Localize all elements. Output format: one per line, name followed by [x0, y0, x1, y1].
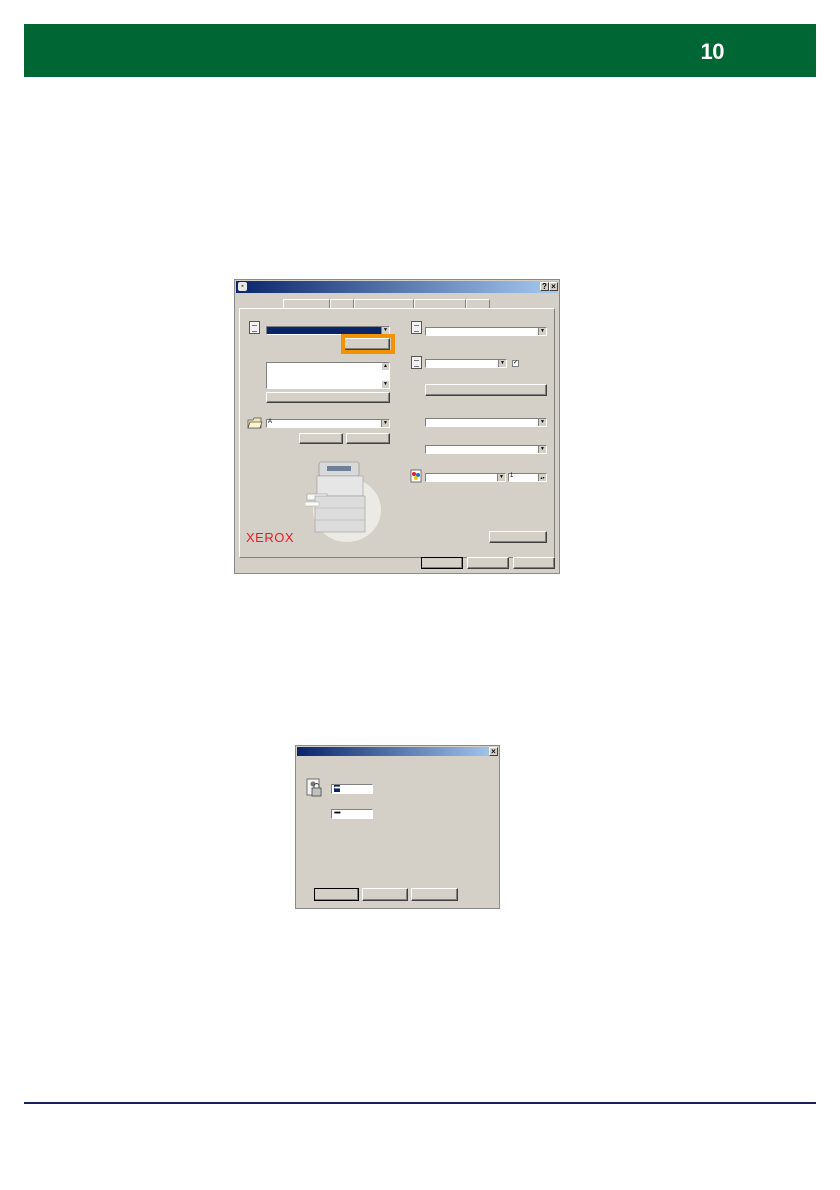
password-field[interactable]: •••• — [331, 809, 373, 819]
chevron-down-icon: ▼ — [381, 420, 389, 427]
document-icon — [411, 321, 422, 334]
copies-spinner[interactable]: 1 ▴▾ — [508, 473, 547, 482]
page-icon — [411, 356, 422, 369]
password-dialog: × •••• •••• — [295, 745, 500, 909]
finish-combo[interactable]: ▼ — [425, 445, 547, 454]
option-checkbox[interactable]: ✓ — [512, 360, 519, 367]
help-button-bottom[interactable] — [513, 557, 555, 569]
help-button[interactable]: ? — [540, 282, 549, 291]
document-icon — [249, 321, 260, 334]
right-action-button[interactable] — [346, 433, 390, 444]
printer-image — [304, 460, 383, 542]
cancel-button[interactable] — [362, 888, 408, 901]
user-id-field[interactable]: •••• — [331, 784, 373, 794]
orientation-combo[interactable]: ▼ — [425, 359, 507, 368]
printer-icon: ▪ — [238, 282, 247, 291]
close-button[interactable]: × — [549, 282, 558, 291]
font-prefix: A — [268, 419, 273, 425]
color-mode-icon — [410, 469, 423, 483]
ok-button[interactable] — [421, 557, 463, 569]
chevron-down-icon: ▼ — [538, 419, 546, 426]
chevron-down-icon: ▼ — [497, 474, 505, 481]
layout-button[interactable] — [425, 384, 547, 396]
tab-2[interactable] — [330, 299, 354, 308]
tab-4[interactable] — [414, 299, 466, 308]
close-button[interactable]: × — [489, 747, 498, 756]
cancel-button[interactable] — [467, 557, 509, 569]
spinner-arrows-icon[interactable]: ▴▾ — [538, 474, 546, 481]
chevron-down-icon: ▼ — [498, 360, 506, 367]
tab-5[interactable] — [466, 299, 490, 308]
dialog-titlebar: ▪ ? × — [236, 281, 558, 293]
color-mode-combo[interactable]: ▼ — [425, 473, 506, 482]
defaults-button[interactable] — [489, 531, 547, 543]
paper-list[interactable]: ▲ ▼ — [266, 362, 390, 389]
scroll-down-icon[interactable]: ▼ — [382, 381, 389, 388]
user-id-value: •••• — [334, 785, 341, 792]
header-bar: 10 — [24, 24, 816, 77]
chevron-down-icon: ▼ — [381, 327, 389, 334]
highlight-box — [341, 334, 395, 354]
footer-line — [24, 1102, 816, 1104]
printer-properties-dialog: ▪ ? × ▼ ▲ ▼ A ▼ XEROX ▼ ▼ ✓ ▼ ▼ ▼ 1 ▴▾ — [234, 279, 560, 574]
dialog-titlebar: × — [297, 747, 498, 756]
lock-user-icon — [306, 778, 322, 798]
password-value: •••• — [334, 810, 341, 817]
chevron-down-icon: ▼ — [538, 328, 546, 335]
xerox-logo: XEROX — [246, 530, 295, 545]
output-size-combo[interactable]: ▼ — [425, 327, 547, 336]
ok-button[interactable] — [314, 888, 359, 901]
help-button[interactable] — [411, 888, 458, 901]
page-number: 10 — [700, 39, 725, 64]
scroll-up-icon[interactable]: ▲ — [382, 363, 389, 370]
staple-combo[interactable]: ▼ — [425, 418, 547, 427]
folder-icon — [247, 416, 263, 429]
tab-3[interactable] — [354, 299, 414, 308]
copies-value: 1 — [510, 473, 514, 479]
font-combo[interactable]: A ▼ — [266, 419, 390, 428]
tab-1[interactable] — [283, 299, 330, 308]
left-action-button[interactable] — [299, 433, 343, 444]
chevron-down-icon: ▼ — [538, 446, 546, 453]
tab-panel — [239, 308, 555, 558]
paper-details-button[interactable] — [266, 392, 390, 403]
